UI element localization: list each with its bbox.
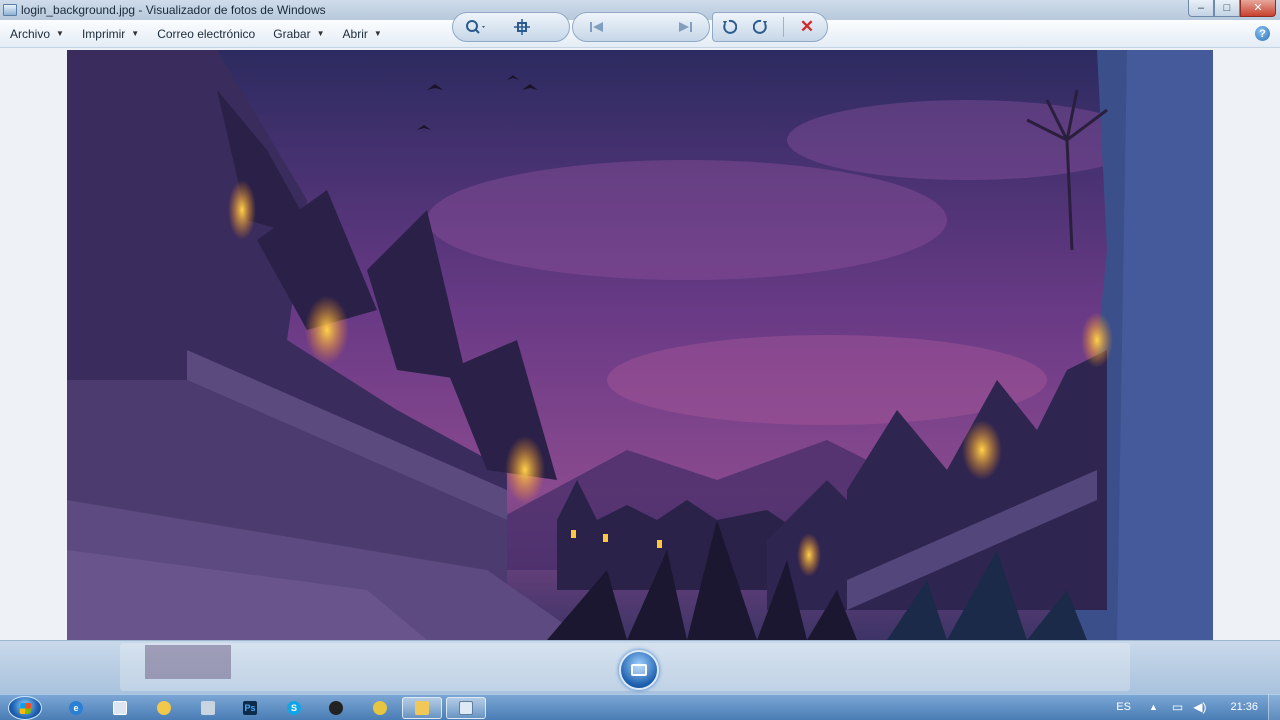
network-icon[interactable]: ▭	[1172, 700, 1183, 714]
taskbar-window-icon[interactable]	[100, 697, 140, 719]
menu-archivo-label: Archivo	[10, 26, 51, 41]
taskbar-folder-icon[interactable]	[402, 697, 442, 719]
delete-icon[interactable]: ✕	[790, 17, 824, 37]
taskbar-photo-viewer-icon[interactable]	[446, 697, 486, 719]
photo-illustration	[67, 50, 1213, 640]
maximize-button[interactable]: □	[1214, 0, 1240, 17]
slideshow-screen-glyph	[631, 664, 647, 676]
taskbar-ie-icon[interactable]: e	[56, 697, 96, 719]
system-tray: ES ▲ ▭ ◀) 21:36	[1116, 694, 1280, 720]
toolbar-backdrop-thumbnail	[145, 645, 231, 679]
slideshow-icon[interactable]	[619, 650, 659, 690]
menu-grabar[interactable]: Grabar ▼	[273, 27, 324, 41]
minimize-button[interactable]: –	[1188, 0, 1214, 17]
window-controls: – □ ✕	[1188, 0, 1276, 18]
taskbar-paint-icon[interactable]	[144, 697, 184, 719]
zoom-group	[452, 12, 570, 42]
menu-correo[interactable]: Correo electrónico	[157, 27, 255, 41]
dropdown-arrow-icon: ▼	[373, 29, 382, 38]
show-desktop-button[interactable]	[1268, 694, 1280, 720]
actual-size-icon[interactable]	[499, 19, 545, 35]
menu-archivo[interactable]: Archivo ▼	[10, 27, 64, 41]
navigation-group	[572, 12, 710, 42]
taskbar-media-icon[interactable]	[188, 697, 228, 719]
windows-logo-icon	[19, 703, 32, 714]
dropdown-arrow-icon: ▼	[56, 29, 64, 38]
rotate-right-icon[interactable]	[745, 19, 777, 35]
taskbar-skype-icon[interactable]: S	[274, 697, 314, 719]
menu-imprimir-label: Imprimir	[81, 26, 126, 41]
rotate-left-icon[interactable]	[713, 19, 745, 35]
dropdown-arrow-icon: ▼	[131, 29, 140, 38]
taskbar-photoshop-icon[interactable]: Ps	[230, 697, 270, 719]
menu-grabar-label: Grabar	[273, 26, 311, 41]
volume-icon[interactable]: ◀)	[1193, 700, 1206, 714]
edit-group: ✕	[712, 12, 828, 42]
taskbar-obs-icon[interactable]	[316, 697, 356, 719]
menu-abrir-label: Abrir	[342, 26, 368, 41]
displayed-photo[interactable]	[67, 50, 1213, 640]
dropdown-arrow-icon: ▼	[316, 29, 325, 38]
close-button[interactable]: ✕	[1240, 0, 1276, 17]
window-title: login_background.jpg - Visualizador de f…	[21, 3, 326, 17]
menu-abrir[interactable]: Abrir ▼	[343, 27, 382, 41]
toolbar-divider	[783, 17, 784, 37]
clock[interactable]: 21:36	[1230, 701, 1258, 713]
menu-correo-label: Correo electrónico	[157, 26, 256, 41]
photo-viewer-area	[0, 48, 1280, 640]
help-icon[interactable]: ?	[1255, 26, 1270, 41]
start-button[interactable]	[8, 696, 42, 720]
photo-viewer-app-icon	[3, 4, 17, 16]
next-icon[interactable]	[662, 21, 709, 33]
taskbar-lock-icon[interactable]	[360, 697, 400, 719]
previous-icon[interactable]	[573, 21, 620, 33]
language-indicator[interactable]: ES	[1116, 701, 1131, 713]
menu-imprimir[interactable]: Imprimir ▼	[82, 27, 139, 41]
magnifier-icon[interactable]	[453, 19, 499, 35]
show-hidden-icons-icon[interactable]: ▲	[1149, 702, 1158, 712]
